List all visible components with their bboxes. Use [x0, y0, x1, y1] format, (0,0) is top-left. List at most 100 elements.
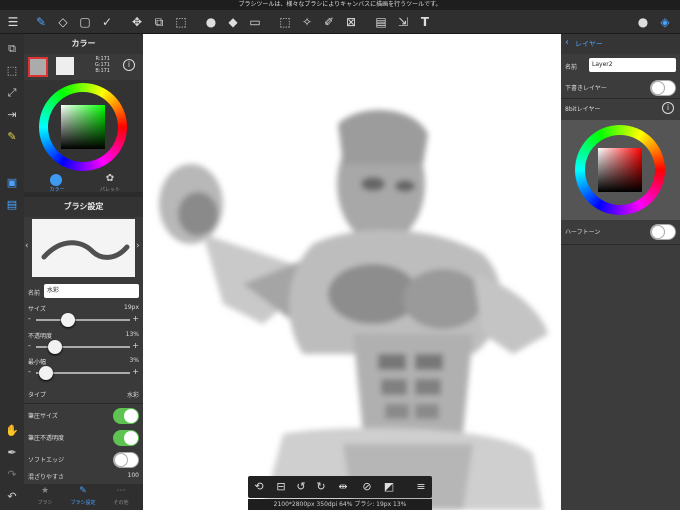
- eraser-tool-icon[interactable]: ◇: [54, 13, 72, 31]
- color-wheel-area: [24, 80, 143, 172]
- layer-saturation-box[interactable]: [598, 148, 642, 192]
- correction-tool-icon[interactable]: ✓: [98, 13, 116, 31]
- opacity-plus-icon[interactable]: +: [132, 341, 139, 350]
- mesh-transform-icon[interactable]: ⬚: [172, 13, 190, 31]
- divider: [24, 403, 143, 404]
- menu-icon[interactable]: ☰: [4, 13, 22, 31]
- hand-tool-icon[interactable]: ✋: [3, 422, 21, 440]
- saturation-box[interactable]: [61, 105, 105, 149]
- back-chevron-icon[interactable]: ‹: [565, 37, 569, 48]
- brush-name-input[interactable]: 水彩: [44, 284, 139, 298]
- pressure-opacity-toggle[interactable]: [113, 430, 139, 446]
- top-toolbar: ☰ ✎ ◇ ▢ ✓ ✥ ⧉ ⬚ ● ◆ ▭ ⬚ ✧ ✐ ⊠ ▤ ⇲ T ● ◈: [0, 10, 680, 34]
- type-label: タイプ: [28, 392, 47, 399]
- bit-layer-row: 8bitレイヤー i: [561, 102, 680, 116]
- drawing-canvas[interactable]: [143, 34, 561, 510]
- more-tab-icon[interactable]: ⋯: [106, 486, 136, 496]
- snap-icon[interactable]: ✎: [3, 128, 21, 146]
- opacity-slider-knob[interactable]: [48, 340, 62, 354]
- sub-color-swatch[interactable]: [56, 57, 74, 75]
- selection-icon[interactable]: ⬚: [3, 62, 21, 80]
- transform-tool-icon[interactable]: ⧉: [150, 13, 168, 31]
- transform-icon[interactable]: ⤢: [3, 84, 21, 102]
- brush-tab-icon[interactable]: ★: [30, 486, 60, 496]
- tab-color[interactable]: カラー: [46, 186, 68, 193]
- opacity-slider[interactable]: [36, 340, 130, 354]
- layer-copy-icon[interactable]: ⧉: [3, 40, 21, 58]
- select-eraser-icon[interactable]: ⊠: [342, 13, 360, 31]
- select-pen-icon[interactable]: ✐: [320, 13, 338, 31]
- next-brush-icon[interactable]: ›: [136, 241, 140, 251]
- color-panel-toggle-icon[interactable]: ▣: [3, 174, 21, 192]
- fill-screen-icon[interactable]: ◩: [380, 478, 398, 496]
- color-tab-icon[interactable]: [50, 174, 62, 186]
- info-icon[interactable]: i: [123, 59, 135, 71]
- rotate-reset-icon[interactable]: ⟲: [250, 478, 268, 496]
- prev-brush-icon[interactable]: ‹: [25, 241, 29, 251]
- brush-settings-tab-icon[interactable]: ✎: [68, 486, 98, 496]
- size-label: サイズ: [28, 306, 46, 313]
- palette-tab-icon[interactable]: ✿: [104, 173, 116, 185]
- select-rect-icon[interactable]: ⬚: [276, 13, 294, 31]
- move-tool-icon[interactable]: ✥: [128, 13, 146, 31]
- pressure-opacity-row: 筆圧不透明度: [24, 428, 143, 448]
- blend-row: 混ざりやすさ 100: [24, 472, 143, 484]
- size-plus-icon[interactable]: +: [132, 314, 139, 323]
- type-row[interactable]: タイプ 水彩: [24, 390, 143, 404]
- min-width-slider[interactable]: [36, 366, 130, 380]
- snap-ruler-icon[interactable]: ⊟: [272, 478, 290, 496]
- main-color-swatch[interactable]: [28, 57, 48, 77]
- size-slider[interactable]: [36, 313, 130, 327]
- opacity-minus-icon[interactable]: -: [28, 341, 31, 350]
- artwork-illustration: [159, 110, 548, 510]
- layer-properties-panel: ‹ レイヤー 名前 Layer2 下書きレイヤー 8bitレイヤー i ハーフト…: [561, 34, 680, 510]
- frame-divider-icon[interactable]: ▤: [372, 13, 390, 31]
- comment-icon[interactable]: ●: [634, 13, 652, 31]
- draft-layer-label: 下書きレイヤー: [565, 85, 607, 92]
- pressure-size-row: 筆圧サイズ: [24, 406, 143, 426]
- operation-icon[interactable]: ⇲: [394, 13, 412, 31]
- flip-horizontal-icon[interactable]: ⇹: [334, 478, 352, 496]
- more-menu-icon[interactable]: ≡: [412, 478, 430, 496]
- layer-back-button[interactable]: レイヤー: [575, 39, 603, 49]
- draft-layer-toggle[interactable]: [650, 80, 676, 96]
- text-tool-icon[interactable]: T: [416, 13, 434, 31]
- name-label: 名前: [28, 290, 41, 297]
- bit-layer-label: 8bitレイヤー: [565, 106, 601, 113]
- toggle-knob: [651, 225, 665, 239]
- tab-palette[interactable]: パレット: [99, 186, 121, 193]
- layers-icon[interactable]: ◈: [656, 13, 674, 31]
- halftone-toggle[interactable]: [650, 224, 676, 240]
- bit-info-icon[interactable]: i: [662, 102, 674, 114]
- size-slider-knob[interactable]: [61, 313, 75, 327]
- pressure-size-toggle[interactable]: [113, 408, 139, 424]
- bucket-tool-icon[interactable]: ◆: [224, 13, 242, 31]
- shape-tool-icon[interactable]: ▢: [76, 13, 94, 31]
- undo-icon[interactable]: ↶: [3, 488, 21, 506]
- size-value: 19px: [124, 304, 139, 311]
- hand-disable-icon[interactable]: ⊘: [358, 478, 376, 496]
- tab-brush-settings[interactable]: ブラシ設定: [68, 499, 98, 506]
- brush-tool-icon[interactable]: ✎: [32, 13, 50, 31]
- rotate-right-icon[interactable]: ↻: [312, 478, 330, 496]
- min-width-minus-icon[interactable]: -: [28, 367, 31, 376]
- rotate-left-icon[interactable]: ↺: [292, 478, 310, 496]
- left-toolbar: ⧉ ⬚ ⤢ ⇥ ✎ ▣ ▤ ✋ ✒ ↷ ↶: [0, 34, 24, 510]
- tab-brush[interactable]: ブラシ: [30, 499, 60, 506]
- brush-bottom-tabs: ★ ブラシ ✎ ブラシ設定 ⋯ その他: [24, 484, 143, 510]
- fill-tool-icon[interactable]: ●: [202, 13, 220, 31]
- brush-panel-toggle-icon[interactable]: ▤: [3, 196, 21, 214]
- soft-edge-toggle[interactable]: [113, 452, 139, 468]
- eyedropper-icon[interactable]: ✒: [3, 444, 21, 462]
- redo-icon[interactable]: ↷: [3, 466, 21, 484]
- layer-name-input[interactable]: Layer2: [589, 58, 676, 72]
- tab-other[interactable]: その他: [106, 499, 136, 506]
- gradient-tool-icon[interactable]: ▭: [246, 13, 264, 31]
- brush-preview: [32, 219, 135, 277]
- min-width-plus-icon[interactable]: +: [132, 367, 139, 376]
- min-width-slider-knob[interactable]: [39, 366, 53, 380]
- ruler-icon[interactable]: ⇥: [3, 106, 21, 124]
- magic-wand-icon[interactable]: ✧: [298, 13, 316, 31]
- size-minus-icon[interactable]: -: [28, 314, 31, 323]
- opacity-row: 不透明度 13% - +: [24, 331, 143, 359]
